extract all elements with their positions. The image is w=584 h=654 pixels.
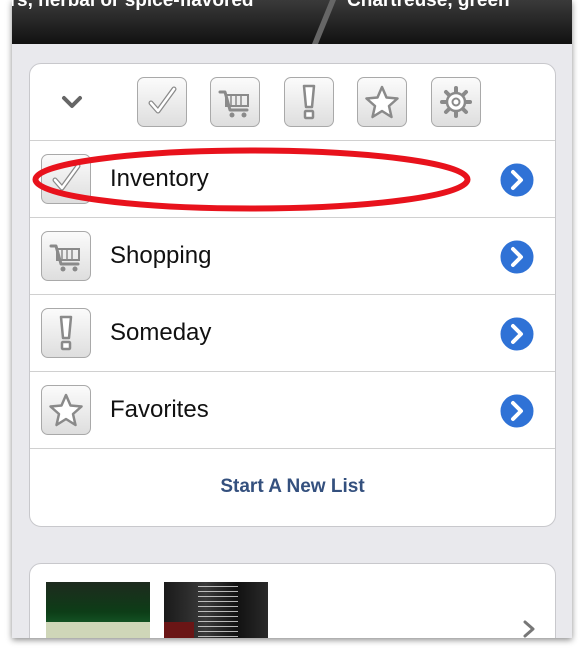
cart-icon — [49, 244, 80, 272]
list-row-icon-box — [41, 385, 91, 435]
shopping-filter-button[interactable] — [210, 77, 260, 127]
exclamation-icon — [59, 315, 73, 351]
cart-icon — [218, 90, 249, 118]
app-screen: urs, herbal or spice-flavored Chartreuse… — [12, 0, 572, 638]
check-icon — [148, 86, 177, 114]
star-icon — [365, 85, 399, 119]
category-segment-bar: urs, herbal or spice-flavored Chartreuse… — [12, 0, 572, 44]
segment-left[interactable]: urs, herbal or spice-flavored — [12, 0, 254, 12]
list-row-favorites[interactable]: Favorites — [30, 372, 555, 449]
settings-button[interactable] — [431, 77, 481, 127]
photo-shadow — [164, 622, 194, 638]
red-annotation-oval — [32, 147, 471, 212]
list-row-icon-box — [41, 308, 91, 358]
disclosure-arrow-icon[interactable] — [497, 237, 537, 277]
star-icon — [49, 393, 83, 427]
list-row-shopping[interactable]: Shopping — [30, 218, 555, 295]
disclosure-arrow-icon[interactable] — [497, 314, 537, 354]
bottle-label-band — [46, 622, 150, 638]
gear-icon — [440, 86, 472, 118]
list-toolbar — [30, 64, 555, 141]
chevron-right-icon[interactable] — [519, 619, 539, 638]
bottle-photo-thumbnail[interactable] — [164, 582, 268, 638]
list-row-icon-box — [41, 231, 91, 281]
disclosure-arrow-icon[interactable] — [497, 160, 537, 200]
exclamation-icon — [302, 84, 316, 120]
list-row-someday[interactable]: Someday — [30, 295, 555, 372]
start-new-list-button[interactable]: Start A New List — [30, 447, 555, 526]
inventory-filter-button[interactable] — [137, 77, 187, 127]
segment-right[interactable]: Chartreuse, green — [347, 0, 510, 12]
list-row-label: Someday — [110, 319, 212, 346]
disclosure-arrow-icon[interactable] — [497, 391, 537, 431]
someday-filter-button[interactable] — [284, 77, 334, 127]
photo-text-lines — [198, 586, 238, 638]
chevron-down-icon[interactable] — [60, 90, 84, 114]
bottle-photo-thumbnail[interactable] — [46, 582, 150, 638]
item-detail-panel — [29, 563, 556, 638]
list-row-label: Favorites — [110, 396, 209, 423]
segment-divider — [312, 0, 336, 44]
favorites-filter-button[interactable] — [357, 77, 407, 127]
lists-panel: Inventory Shopping Someday Favorites Sta… — [29, 63, 556, 527]
list-row-label: Shopping — [110, 242, 212, 269]
